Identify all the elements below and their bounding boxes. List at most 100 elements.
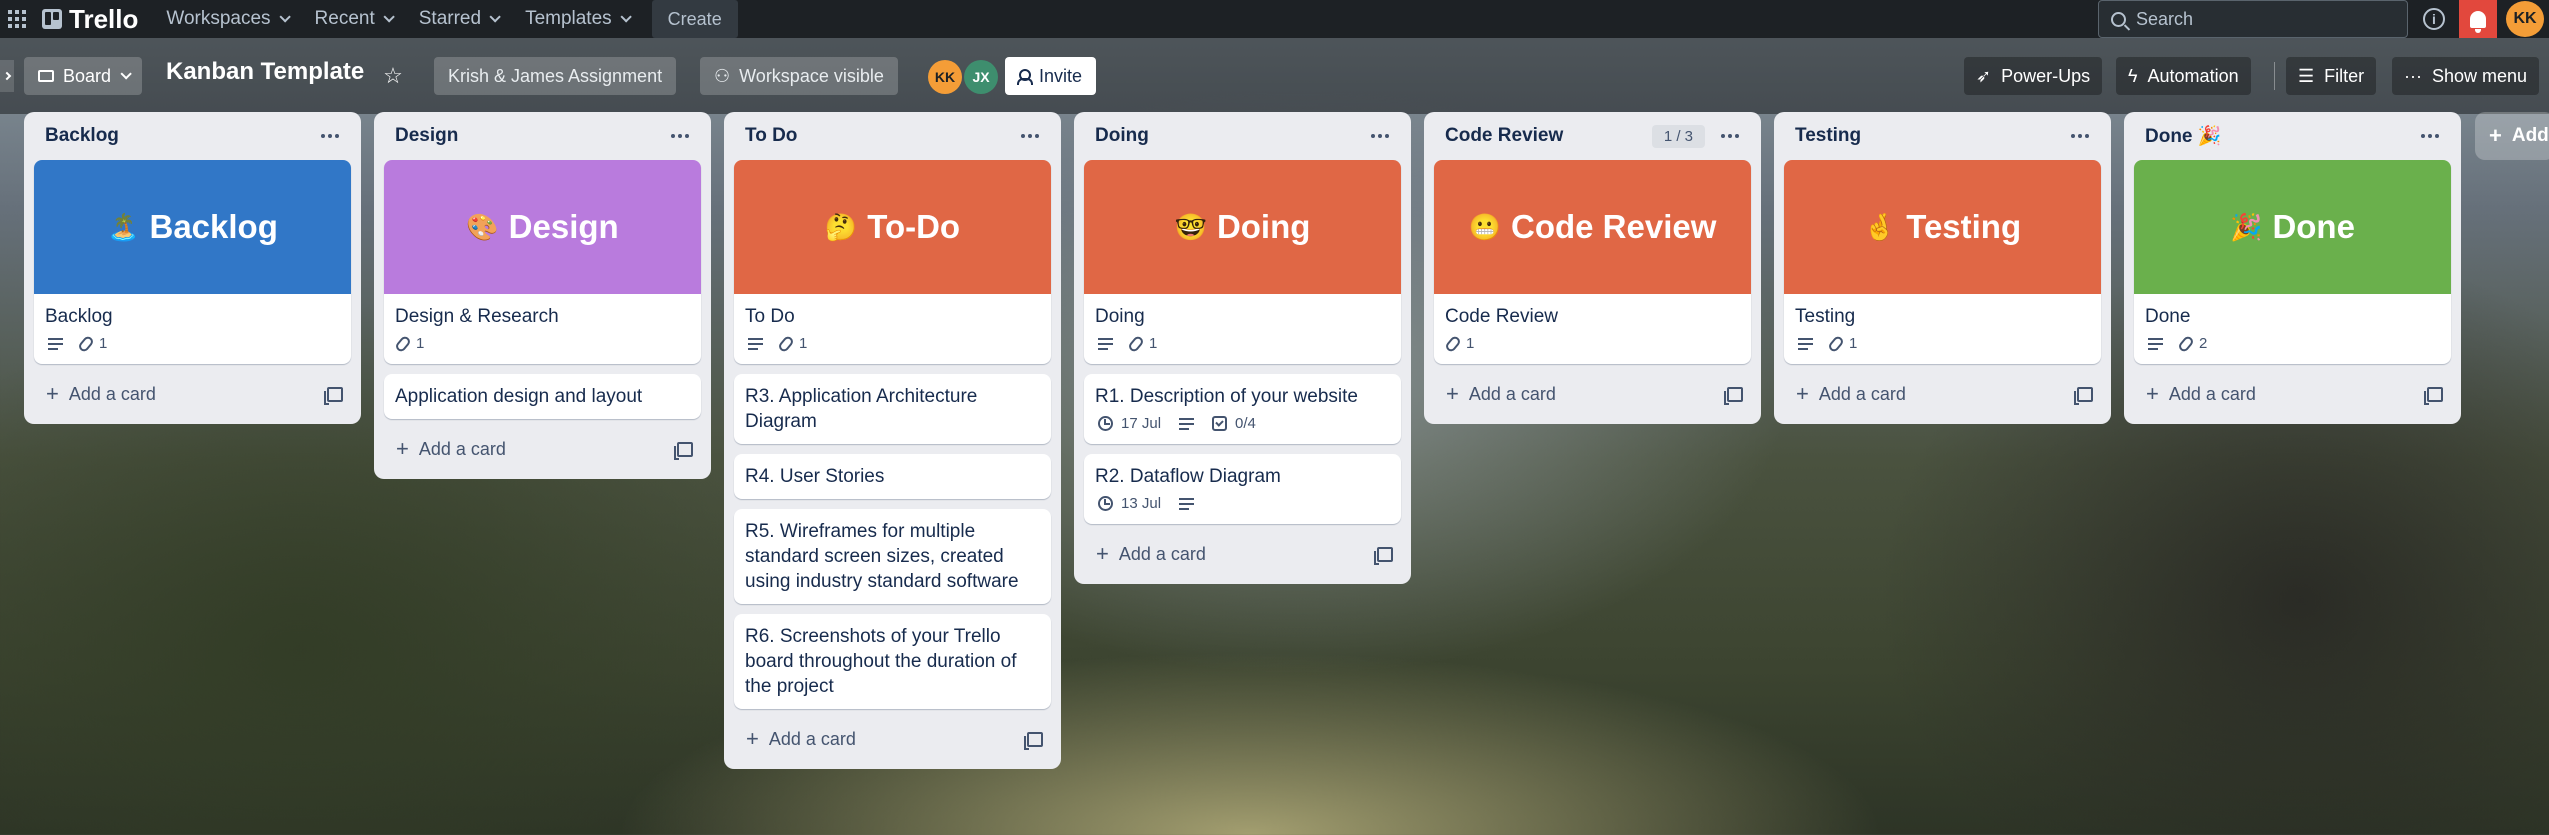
- card-title: Doing: [1095, 306, 1145, 327]
- workspace-button[interactable]: Krish & James Assignment: [434, 57, 677, 95]
- add-card-button[interactable]: + Add a card: [396, 438, 506, 460]
- list-menu-icon[interactable]: [1365, 128, 1395, 144]
- create-from-template-icon[interactable]: [1024, 731, 1043, 750]
- cover-text: Testing: [1906, 208, 2022, 245]
- card-cover: 😬 Code Review: [1434, 160, 1751, 294]
- automation-button[interactable]: ϟ Automation: [2116, 57, 2251, 95]
- nav-templates[interactable]: Templates: [511, 0, 642, 38]
- card[interactable]: R5. Wireframes for multiple standard scr…: [734, 509, 1051, 604]
- account-avatar[interactable]: KK: [2506, 1, 2544, 37]
- card[interactable]: R2. Dataflow Diagram 13 Jul: [1084, 454, 1401, 524]
- create-from-template-icon[interactable]: [1374, 546, 1393, 565]
- add-card-button[interactable]: + Add a card: [1446, 383, 1556, 405]
- attachments-count: 1: [416, 335, 425, 352]
- card[interactable]: R4. User Stories: [734, 454, 1051, 499]
- create-button[interactable]: Create: [651, 0, 738, 38]
- plus-icon: +: [1446, 381, 1459, 406]
- card[interactable]: 🏝️ Backlog Backlog 1: [34, 160, 351, 364]
- member-avatar[interactable]: JX: [964, 60, 998, 94]
- attachments-count: 1: [99, 335, 108, 352]
- list-title[interactable]: Testing: [1795, 125, 1861, 147]
- add-card-button[interactable]: + Add a card: [1096, 543, 1206, 565]
- card[interactable]: R1. Description of your website 17 Jul 0…: [1084, 374, 1401, 444]
- star-icon[interactable]: ☆: [374, 57, 412, 95]
- card-badges: 1: [1784, 334, 2101, 364]
- list-title[interactable]: Done 🎉: [2145, 124, 2221, 148]
- info-icon[interactable]: i: [2423, 8, 2445, 30]
- plus-icon: +: [2489, 123, 2502, 148]
- visibility-button[interactable]: ⚇ Workspace visible: [700, 57, 898, 95]
- create-from-template-icon[interactable]: [2074, 386, 2093, 405]
- add-list-button[interactable]: + Add: [2475, 112, 2549, 160]
- plus-icon: +: [2146, 381, 2159, 406]
- show-menu-button[interactable]: ··· Show menu: [2392, 57, 2540, 95]
- card[interactable]: 🎨 Design Design & Research 1: [384, 160, 701, 364]
- add-card-button[interactable]: + Add a card: [746, 728, 856, 750]
- card[interactable]: 🤞 Testing Testing 1: [1784, 160, 2101, 364]
- card[interactable]: Application design and layout: [384, 374, 701, 419]
- cover-text: Done: [2272, 208, 2355, 245]
- create-from-template-icon[interactable]: [1724, 386, 1743, 405]
- list-menu-icon[interactable]: [2415, 128, 2445, 144]
- card[interactable]: 😬 Code Review Code Review 1: [1434, 160, 1751, 364]
- board-view-switcher[interactable]: Board: [24, 57, 143, 95]
- list-title[interactable]: Backlog: [45, 125, 119, 147]
- card-badges: 1: [1084, 334, 1401, 364]
- create-from-template-icon[interactable]: [2424, 386, 2443, 405]
- list-menu-icon[interactable]: [315, 128, 345, 144]
- filter-button[interactable]: ☰ Filter: [2286, 57, 2377, 95]
- description-icon: [748, 337, 763, 350]
- create-from-template-icon[interactable]: [324, 386, 343, 405]
- due-date-badge[interactable]: 17 Jul: [1098, 415, 1161, 432]
- attachments-count: 1: [1849, 335, 1858, 352]
- search-input[interactable]: Search: [2098, 0, 2408, 38]
- member-avatar[interactable]: KK: [928, 60, 962, 94]
- add-card-button[interactable]: + Add a card: [2146, 383, 2256, 405]
- list-design: Design 🎨 Design Design & Research 1 Appl…: [374, 112, 711, 479]
- power-ups-label: Power-Ups: [2001, 65, 2091, 86]
- description-icon: [1798, 337, 1813, 350]
- add-list-label: Add: [2511, 125, 2549, 146]
- card[interactable]: 🎉 Done Done 2: [2134, 160, 2451, 364]
- power-ups-button[interactable]: ➶ Power-Ups: [1964, 57, 2103, 95]
- list-menu-icon[interactable]: [665, 128, 695, 144]
- list-title[interactable]: Code Review: [1445, 125, 1563, 147]
- clock-icon: [1098, 416, 1113, 431]
- add-card-row: + Add a card: [1434, 374, 1751, 414]
- due-date-badge[interactable]: 13 Jul: [1098, 495, 1161, 512]
- sidebar-expand-button[interactable]: [0, 60, 14, 92]
- app-switcher-icon[interactable]: [2, 0, 32, 38]
- lightning-icon: ϟ: [2128, 65, 2138, 86]
- card-title: R3. Application Architecture Diagram: [745, 386, 978, 432]
- nav-recent[interactable]: Recent: [301, 0, 405, 38]
- nav-starred[interactable]: Starred: [405, 0, 511, 38]
- add-card-button[interactable]: + Add a card: [46, 383, 156, 405]
- attachments-badge: 1: [1444, 334, 1474, 353]
- bell-icon: [2470, 10, 2486, 33]
- nav-workspaces[interactable]: Workspaces: [152, 0, 300, 38]
- card[interactable]: R6. Screenshots of your Trello board thr…: [734, 614, 1051, 709]
- card[interactable]: R3. Application Architecture Diagram: [734, 374, 1051, 444]
- list-header: Backlog: [34, 112, 351, 160]
- due-date: 13 Jul: [1121, 495, 1162, 512]
- list-menu-icon[interactable]: [1715, 128, 1745, 144]
- notifications-button[interactable]: [2459, 0, 2497, 38]
- card[interactable]: 🤔 To-Do To Do 1: [734, 160, 1051, 364]
- list-title[interactable]: Doing: [1095, 125, 1149, 147]
- board-title[interactable]: Kanban Template: [166, 58, 364, 86]
- list-title[interactable]: Design: [395, 125, 458, 147]
- list-menu-icon[interactable]: [2065, 128, 2095, 144]
- list-menu-icon[interactable]: [1015, 128, 1045, 144]
- add-card-button[interactable]: + Add a card: [1796, 383, 1906, 405]
- trello-logo[interactable]: Trello: [42, 4, 138, 35]
- board-view-label: Board: [63, 65, 112, 86]
- paperclip-icon: [394, 334, 412, 353]
- add-card-row: + Add a card: [34, 374, 351, 414]
- invite-button[interactable]: Invite: [1005, 57, 1097, 95]
- description-icon: [1179, 497, 1195, 510]
- plus-icon: +: [396, 436, 409, 461]
- paperclip-icon: [1444, 334, 1462, 353]
- list-title[interactable]: To Do: [745, 125, 797, 147]
- create-from-template-icon[interactable]: [674, 441, 693, 460]
- card[interactable]: 🤓 Doing Doing 1: [1084, 160, 1401, 364]
